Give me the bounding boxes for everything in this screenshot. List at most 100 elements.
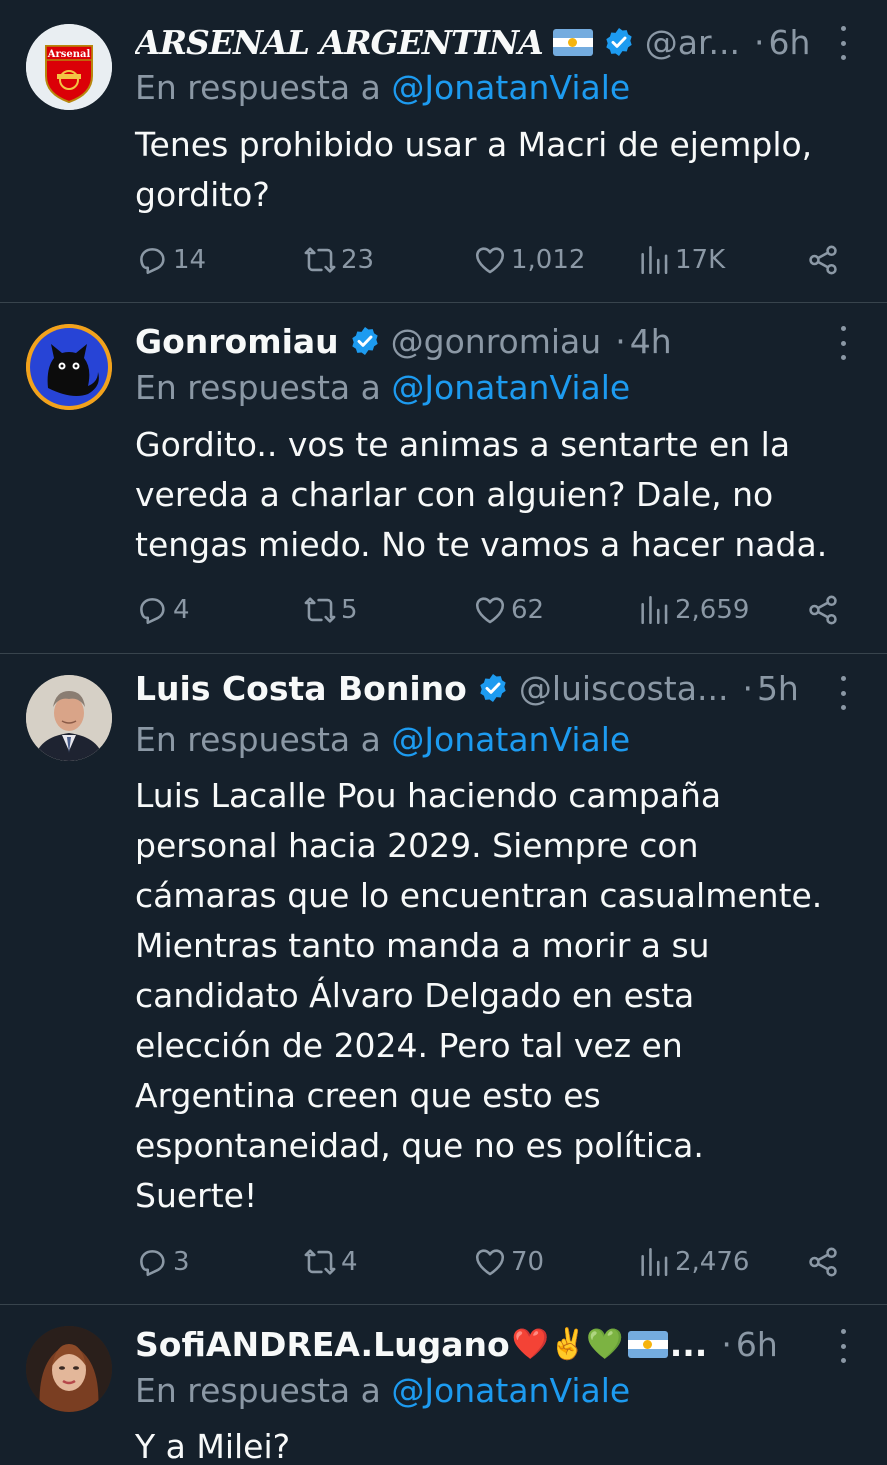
reply-mention-link[interactable]: @JonatanViale xyxy=(391,720,630,759)
avatar[interactable]: Arsenal xyxy=(26,24,112,110)
like-count: 70 xyxy=(511,1247,545,1277)
avatar[interactable] xyxy=(26,675,112,761)
reply-count: 4 xyxy=(173,595,190,625)
tweet-header: Gonromiau @gonromiau · 4h xyxy=(135,319,857,363)
tweet-text-line: vereda a charlar con alguien? Dale, no xyxy=(135,475,774,514)
tweet-1[interactable]: Arsenal ARSENAL ARGENTINA @ar... · 6h En… xyxy=(0,0,887,303)
arsenal-crest-icon: Arsenal xyxy=(26,24,112,110)
reply-prefix: En respuesta a xyxy=(135,1371,392,1410)
more-options-icon[interactable] xyxy=(837,676,849,710)
reply-icon xyxy=(140,248,165,275)
like-count: 62 xyxy=(511,595,545,625)
view-count: 2,659 xyxy=(675,595,750,625)
reply-context: En respuesta a @JonatanViale xyxy=(135,368,630,407)
man-portrait-icon xyxy=(26,675,112,761)
verified-badge-icon xyxy=(351,327,378,355)
tweet-header: Luis Costa Bonino @luiscosta... · 5h xyxy=(135,666,857,710)
reply-mention-link[interactable]: @JonatanViale xyxy=(391,1371,630,1410)
tweet-text: Gordito.. vos te animas a sentarte en la… xyxy=(135,420,865,570)
reply-button[interactable]: 3 xyxy=(135,1244,190,1280)
action-bar: 3 4 70 2,476 xyxy=(135,1244,840,1280)
more-options-icon[interactable] xyxy=(837,326,849,360)
tweet-header: SofiANDREA.Lugano ❤️✌️💚 ... · 6h xyxy=(135,1322,857,1366)
tweet-3[interactable]: Luis Costa Bonino @luiscosta... · 5h En … xyxy=(0,654,887,1305)
black-cat-icon xyxy=(26,324,112,410)
tweet-text-line: Y a Milei? xyxy=(135,1427,291,1465)
tweet-text: Y a Milei? xyxy=(135,1422,865,1465)
display-name[interactable]: SofiANDREA.Lugano xyxy=(135,1325,510,1364)
tweet-text-line: Argentina creen que esto es xyxy=(135,1076,601,1115)
tweet-text-line: tengas miedo. No te vamos a hacer nada. xyxy=(135,525,828,564)
timestamp[interactable]: 6h xyxy=(736,1325,778,1364)
like-button[interactable]: 70 xyxy=(473,1244,544,1280)
reply-button[interactable]: 4 xyxy=(135,592,190,628)
retweet-count: 23 xyxy=(341,245,375,275)
argentina-flag-icon xyxy=(627,1330,668,1358)
reply-context: En respuesta a @JonatanViale xyxy=(135,1371,630,1410)
tweet-text-line: Luis Lacalle Pou haciendo campaña xyxy=(135,776,722,815)
tweet-text-line: Mientras tanto manda a morir a su xyxy=(135,926,710,965)
reply-mention-link[interactable]: @JonatanViale xyxy=(391,368,630,407)
tweet-text: Luis Lacalle Pou haciendo campaña person… xyxy=(135,771,865,1221)
tweet-2[interactable]: Gonromiau @gonromiau · 4h En respuesta a… xyxy=(0,303,887,654)
avatar[interactable] xyxy=(26,1326,112,1412)
views-button[interactable]: 17K xyxy=(637,242,725,278)
tweet-text-line: candidato Álvaro Delgado en esta xyxy=(135,976,695,1015)
retweet-icon xyxy=(304,247,336,273)
action-bar: 4 5 62 2,659 xyxy=(135,592,840,628)
more-options-icon[interactable] xyxy=(837,26,849,60)
timestamp[interactable]: 4h xyxy=(630,322,672,361)
tweet-text-line: personal hacia 2029. Siempre con xyxy=(135,826,699,865)
views-button[interactable]: 2,476 xyxy=(637,1244,749,1280)
views-chart-icon xyxy=(641,1247,668,1277)
action-bar: 14 23 1,012 17K xyxy=(135,242,840,278)
reply-mention-link[interactable]: @JonatanViale xyxy=(391,68,630,107)
name-ellipsis: ... xyxy=(669,1324,708,1364)
avatar[interactable] xyxy=(26,324,112,410)
like-button[interactable]: 62 xyxy=(473,592,544,628)
more-options-icon[interactable] xyxy=(837,1329,849,1363)
view-count: 2,476 xyxy=(675,1247,750,1277)
share-icon[interactable] xyxy=(806,1244,840,1280)
timestamp[interactable]: 5h xyxy=(757,669,799,708)
reply-icon xyxy=(140,598,165,625)
heart-icon xyxy=(475,1249,505,1276)
reply-prefix: En respuesta a xyxy=(135,720,392,759)
tweet-text-line: Gordito.. vos te animas a sentarte en la xyxy=(135,425,791,464)
retweet-button[interactable]: 4 xyxy=(303,1244,358,1280)
views-chart-icon xyxy=(641,595,668,625)
share-icon[interactable] xyxy=(806,592,840,628)
reply-count: 14 xyxy=(173,245,207,275)
reply-feed: Arsenal ARSENAL ARGENTINA @ar... · 6h En… xyxy=(0,0,887,1465)
display-name[interactable]: Gonromiau xyxy=(135,322,339,361)
tweet-4[interactable]: SofiANDREA.Lugano ❤️✌️💚 ... · 6h En resp… xyxy=(0,1305,887,1465)
reply-count: 3 xyxy=(173,1247,190,1277)
views-button[interactable]: 2,659 xyxy=(637,592,749,628)
reply-prefix: En respuesta a xyxy=(135,68,392,107)
user-handle[interactable]: @ar... xyxy=(645,23,740,62)
tweet-text-line: espontaneidad, que no es política. xyxy=(135,1126,704,1165)
timestamp[interactable]: 6h xyxy=(769,23,811,62)
verified-badge-icon xyxy=(606,28,632,56)
user-handle[interactable]: @luiscosta... xyxy=(519,669,729,708)
heart-icon xyxy=(475,597,505,624)
reply-context: En respuesta a @JonatanViale xyxy=(135,720,630,759)
retweet-count: 4 xyxy=(341,1247,358,1277)
retweet-button[interactable]: 23 xyxy=(303,242,374,278)
display-name[interactable]: Luis Costa Bonino xyxy=(135,669,467,708)
tweet-header: ARSENAL ARGENTINA @ar... · 6h xyxy=(135,20,857,64)
views-chart-icon xyxy=(641,245,668,275)
reply-button[interactable]: 14 xyxy=(135,242,206,278)
share-icon[interactable] xyxy=(806,242,840,278)
view-count: 17K xyxy=(675,245,726,275)
display-name[interactable]: ARSENAL ARGENTINA xyxy=(135,23,543,62)
separator-dot: · xyxy=(615,321,626,361)
tweet-text-line: Tenes prohibido usar a Macri de ejemplo, xyxy=(135,125,813,164)
retweet-icon xyxy=(304,1249,336,1275)
separator-dot: · xyxy=(754,22,765,62)
separator-dot: · xyxy=(721,1324,732,1364)
like-button[interactable]: 1,012 xyxy=(473,242,585,278)
retweet-button[interactable]: 5 xyxy=(303,592,358,628)
argentina-flag-icon xyxy=(552,28,593,56)
user-handle[interactable]: @gonromiau xyxy=(391,322,602,361)
